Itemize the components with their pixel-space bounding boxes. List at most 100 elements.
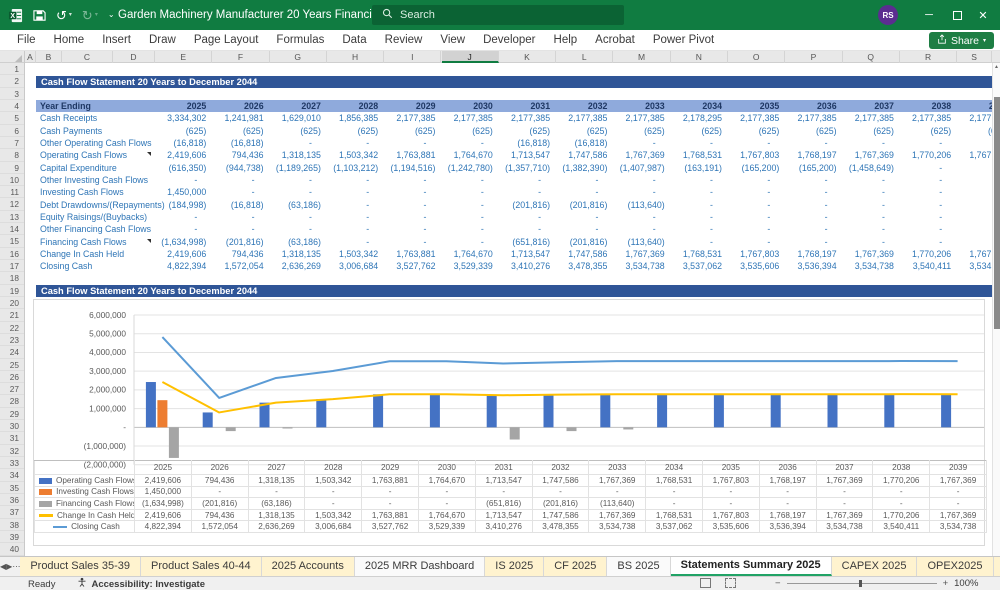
- cell[interactable]: 2,177,385: [785, 112, 842, 124]
- cell[interactable]: 2,177,385: [384, 112, 441, 124]
- cell[interactable]: (625): [499, 125, 556, 137]
- cell[interactable]: 2,177,385: [900, 112, 957, 124]
- column-header-F[interactable]: F: [212, 51, 270, 63]
- zoom-in-icon[interactable]: +: [943, 578, 949, 589]
- cell[interactable]: 1,747,586: [556, 248, 613, 260]
- ribbon-tab-draw[interactable]: Draw: [140, 30, 185, 51]
- cell[interactable]: -: [212, 211, 269, 223]
- cell[interactable]: 1,318,135: [270, 248, 327, 260]
- column-header-H[interactable]: H: [327, 51, 385, 63]
- cell[interactable]: 1,767,803: [728, 248, 785, 260]
- sheet-row-12[interactable]: Debt Drawdowns/(Repayments) (184,998) (16,…: [0, 199, 992, 211]
- cell[interactable]: -: [785, 199, 842, 211]
- cell[interactable]: 1,767,369: [613, 248, 670, 260]
- cell[interactable]: -: [442, 137, 499, 149]
- cell[interactable]: -: [728, 211, 785, 223]
- cell[interactable]: -: [957, 236, 992, 248]
- sheet-tab-2026[interactable]: 2026: [993, 557, 1000, 576]
- cashflow-chart[interactable]: 6,000,000 5,000,000 4,000,000 3,000,000 2,00…: [33, 299, 987, 546]
- cell[interactable]: 1,629,010: [270, 112, 327, 124]
- sheet-tab-product-sales-35-39[interactable]: Product Sales 35-39: [20, 557, 141, 576]
- tab-more-left-icon[interactable]: ⋯: [12, 557, 20, 576]
- sheet-tab-bs-2025[interactable]: BS 2025: [607, 557, 671, 576]
- cell[interactable]: 3,334,302: [155, 112, 212, 124]
- cell[interactable]: 1,767,369: [613, 149, 670, 161]
- cell[interactable]: -: [384, 174, 441, 186]
- sheet-tab-2025-accounts[interactable]: 2025 Accounts: [261, 557, 355, 576]
- cell[interactable]: -: [384, 199, 441, 211]
- cell[interactable]: -: [270, 211, 327, 223]
- cell[interactable]: -: [327, 174, 384, 186]
- cell[interactable]: (651,816): [499, 236, 556, 248]
- cell[interactable]: -: [728, 137, 785, 149]
- cell[interactable]: 1,318,135: [270, 149, 327, 161]
- cell[interactable]: 794,436: [212, 248, 269, 260]
- sheet-tab-statements-summary-2025[interactable]: Statements Summary 2025: [670, 557, 832, 576]
- cell[interactable]: (625): [957, 125, 992, 137]
- cell[interactable]: -: [613, 211, 670, 223]
- sheet-tab-2025-mrr-dashboard[interactable]: 2025 MRR Dashboard: [354, 557, 486, 576]
- cell[interactable]: -: [270, 223, 327, 235]
- cell[interactable]: -: [957, 137, 992, 149]
- sheet-row-10[interactable]: Other Investing Cash Flows - - - - - - - - - - - - - -…: [0, 174, 992, 186]
- page-break-view-button[interactable]: [725, 578, 736, 588]
- cell[interactable]: 3,006,684: [327, 260, 384, 272]
- cell[interactable]: -: [900, 223, 957, 235]
- cell[interactable]: (625): [155, 125, 212, 137]
- cell[interactable]: -: [270, 174, 327, 186]
- sheet-row-16[interactable]: Change In Cash Held 2,419,606 794,436 1,318…: [0, 248, 992, 260]
- sheet-tab-capex-2025[interactable]: CAPEX 2025: [831, 557, 918, 576]
- year-header-row[interactable]: Year Ending 2025 2026 2027 2028 2029 2030 2031 2…: [36, 99, 992, 113]
- cell[interactable]: 3,478,355: [556, 260, 613, 272]
- cell[interactable]: -: [327, 137, 384, 149]
- cell[interactable]: (625): [327, 125, 384, 137]
- cell[interactable]: -: [843, 223, 900, 235]
- cell[interactable]: 2,178,295: [671, 112, 728, 124]
- cell[interactable]: (625): [556, 125, 613, 137]
- cell[interactable]: -: [499, 174, 556, 186]
- cell[interactable]: 1,763,881: [384, 149, 441, 161]
- ribbon-tab-insert[interactable]: Insert: [93, 30, 140, 51]
- sheet-tab-is-2025[interactable]: IS 2025: [485, 557, 545, 576]
- cell[interactable]: (63,186): [270, 199, 327, 211]
- cell[interactable]: (1,407,987): [613, 162, 670, 174]
- customize-qat-icon[interactable]: ⌄: [108, 11, 115, 19]
- cell[interactable]: -: [671, 211, 728, 223]
- cell[interactable]: (16,818): [499, 137, 556, 149]
- cell[interactable]: -: [785, 211, 842, 223]
- cell[interactable]: 2,177,385: [843, 112, 900, 124]
- cell[interactable]: (625): [671, 125, 728, 137]
- cell[interactable]: -: [384, 137, 441, 149]
- cell[interactable]: -: [671, 186, 728, 198]
- column-headers[interactable]: ABCDEFGHIJKLMNOPQRS: [0, 51, 1000, 63]
- cell[interactable]: 3,534,738: [957, 260, 992, 272]
- sheet-row-17[interactable]: Closing Cash 4,822,394 1,572,054 2,636,269 3…: [0, 260, 992, 272]
- zoom-out-icon[interactable]: −: [775, 578, 781, 589]
- ribbon-tab-developer[interactable]: Developer: [474, 30, 544, 51]
- cell[interactable]: 2,419,606: [155, 149, 212, 161]
- vertical-scrollbar-thumb[interactable]: [994, 97, 1000, 329]
- cell[interactable]: -: [613, 137, 670, 149]
- cell[interactable]: -: [442, 199, 499, 211]
- cell[interactable]: 1,713,547: [499, 149, 556, 161]
- cell[interactable]: 1,770,206: [900, 149, 957, 161]
- cell[interactable]: (625): [843, 125, 900, 137]
- cell[interactable]: 1,767,369: [843, 149, 900, 161]
- column-header-L[interactable]: L: [556, 51, 614, 63]
- cell[interactable]: (1,382,390): [556, 162, 613, 174]
- column-header-J[interactable]: J: [441, 51, 499, 63]
- accessibility-status[interactable]: Accessibility: Investigate: [91, 578, 205, 590]
- cell[interactable]: (1,103,212): [327, 162, 384, 174]
- cell[interactable]: -: [155, 174, 212, 186]
- cell[interactable]: (16,818): [212, 137, 269, 149]
- cell[interactable]: -: [843, 236, 900, 248]
- cell[interactable]: 2,177,385: [499, 112, 556, 124]
- ribbon-tab-formulas[interactable]: Formulas: [267, 30, 333, 51]
- cell[interactable]: (625): [212, 125, 269, 137]
- column-header-K[interactable]: K: [499, 51, 557, 63]
- cell[interactable]: 1,503,342: [327, 149, 384, 161]
- cell[interactable]: (163,191): [671, 162, 728, 174]
- cell[interactable]: 1,572,054: [212, 260, 269, 272]
- cell[interactable]: -: [671, 174, 728, 186]
- cell[interactable]: -: [613, 186, 670, 198]
